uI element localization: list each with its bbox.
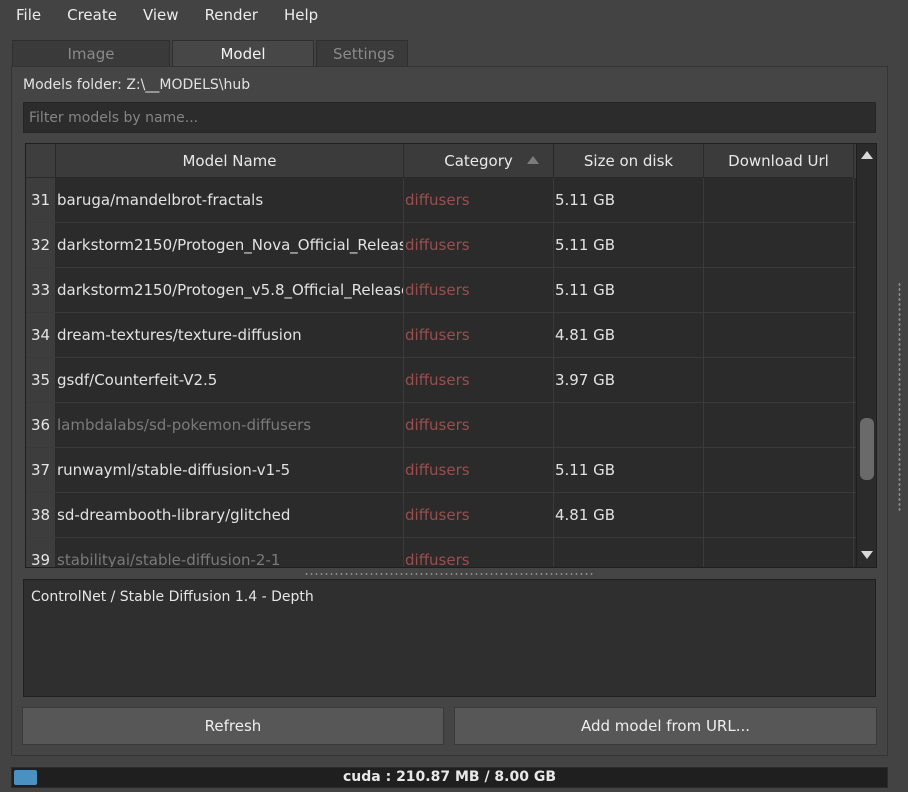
tab-settings[interactable]: Settings — [316, 40, 408, 67]
cell-size[interactable]: 5.11 GB — [554, 448, 704, 492]
row-number: 34 — [26, 313, 56, 357]
header-category[interactable]: Category — [404, 144, 554, 178]
cell-category[interactable]: diffusers — [404, 358, 554, 402]
cell-url[interactable] — [704, 448, 854, 492]
cell-category[interactable]: diffusers — [404, 493, 554, 537]
splitter-handle[interactable] — [304, 572, 594, 576]
header-model-name[interactable]: Model Name — [56, 144, 404, 178]
row-number: 39 — [26, 538, 56, 567]
cell-url[interactable] — [704, 223, 854, 267]
cell-url[interactable] — [704, 403, 854, 447]
cell-size[interactable]: 5.11 GB — [554, 223, 704, 267]
header-download-url[interactable]: Download Url — [704, 144, 854, 178]
model-manager-panel: Models folder: Z:\__MODELS\hub Model Nam… — [11, 66, 888, 756]
tab-bar: Image Generation Model Manager Settings — [12, 40, 410, 89]
cell-category[interactable]: diffusers — [404, 313, 554, 357]
row-number: 35 — [26, 358, 56, 402]
table-header: Model Name Category Size on disk Downloa… — [26, 144, 856, 178]
table-body: 31 baruga/mandelbrot-fractals diffusers … — [26, 178, 856, 567]
cell-url[interactable] — [704, 538, 854, 567]
window-resize-grip[interactable] — [898, 282, 901, 512]
cell-url[interactable] — [704, 178, 854, 222]
model-description[interactable]: ControlNet / Stable Diffusion 1.4 - Dept… — [23, 579, 876, 697]
table-row[interactable]: 39 stabilityai/stable-diffusion-2-1 diff… — [26, 538, 856, 567]
memory-usage-text: cuda : 210.87 MB / 8.00 GB — [342, 769, 557, 785]
cell-model-name[interactable]: runwayml/stable-diffusion-v1-5 — [56, 448, 404, 492]
menu-file[interactable]: File — [0, 0, 55, 30]
table-row[interactable]: 31 baruga/mandelbrot-fractals diffusers … — [26, 178, 856, 223]
cell-model-name[interactable]: lambdalabs/sd-pokemon-diffusers — [56, 403, 404, 447]
cell-model-name[interactable]: darkstorm2150/Protogen_Nova_Official_Rel… — [56, 223, 404, 267]
cell-category[interactable]: diffusers — [404, 223, 554, 267]
table-scrollbar[interactable] — [856, 144, 876, 567]
cell-model-name[interactable]: darkstorm2150/Protogen_v5.8_Official_Rel… — [56, 268, 404, 312]
table-row[interactable]: 38 sd-dreambooth-library/glitched diffus… — [26, 493, 856, 538]
cell-size[interactable] — [554, 538, 704, 567]
tab-model-manager[interactable]: Model Manager — [172, 40, 314, 89]
menu-render[interactable]: Render — [193, 0, 272, 30]
menu-bar: File Create View Render Help — [0, 0, 908, 30]
menu-view[interactable]: View — [131, 0, 193, 30]
table-row[interactable]: 32 darkstorm2150/Protogen_Nova_Official_… — [26, 223, 856, 268]
corner-button[interactable] — [26, 144, 56, 178]
filter-input[interactable] — [23, 102, 876, 133]
cell-model-name[interactable]: dream-textures/texture-diffusion — [56, 313, 404, 357]
cell-category[interactable]: diffusers — [404, 268, 554, 312]
table-row[interactable]: 37 runwayml/stable-diffusion-v1-5 diffus… — [26, 448, 856, 493]
cell-category[interactable]: diffusers — [404, 448, 554, 492]
header-category-label: Category — [444, 152, 513, 170]
add-model-from-url-button[interactable]: Add model from URL... — [454, 707, 877, 745]
row-number: 31 — [26, 178, 56, 222]
tab-image-generation[interactable]: Image Generation — [12, 40, 170, 89]
cell-url[interactable] — [704, 493, 854, 537]
cell-url[interactable] — [704, 358, 854, 402]
cell-url[interactable] — [704, 268, 854, 312]
row-number: 38 — [26, 493, 56, 537]
cell-category[interactable]: diffusers — [404, 403, 554, 447]
cell-category[interactable]: diffusers — [404, 178, 554, 222]
cell-size[interactable]: 5.11 GB — [554, 268, 704, 312]
cell-size[interactable]: 4.81 GB — [554, 313, 704, 357]
row-number: 36 — [26, 403, 56, 447]
sort-ascending-icon — [527, 156, 539, 164]
table-row[interactable]: 34 dream-textures/texture-diffusion diff… — [26, 313, 856, 358]
menu-create[interactable]: Create — [55, 0, 131, 30]
cell-url[interactable] — [704, 313, 854, 357]
table-row[interactable]: 35 gsdf/Counterfeit-V2.5 diffusers 3.97 … — [26, 358, 856, 403]
models-folder-label: Models folder: Z:\__MODELS\hub — [23, 77, 251, 93]
table-row[interactable]: 36 lambdalabs/sd-pokemon-diffusers diffu… — [26, 403, 856, 448]
row-number: 37 — [26, 448, 56, 492]
memory-usage-bar: cuda : 210.87 MB / 8.00 GB — [11, 767, 888, 788]
refresh-button[interactable]: Refresh — [22, 707, 444, 745]
scroll-down-icon[interactable] — [861, 551, 873, 559]
menu-help[interactable]: Help — [272, 0, 332, 30]
row-number: 32 — [26, 223, 56, 267]
scrollbar-thumb[interactable] — [860, 418, 874, 480]
cell-category[interactable]: diffusers — [404, 538, 554, 567]
scroll-up-icon[interactable] — [861, 151, 873, 159]
table-row[interactable]: 33 darkstorm2150/Protogen_v5.8_Official_… — [26, 268, 856, 313]
header-size-on-disk[interactable]: Size on disk — [554, 144, 704, 178]
cell-size[interactable]: 5.11 GB — [554, 178, 704, 222]
cell-size[interactable]: 3.97 GB — [554, 358, 704, 402]
models-table: Model Name Category Size on disk Downloa… — [25, 143, 877, 568]
cell-size[interactable]: 4.81 GB — [554, 493, 704, 537]
cell-size[interactable] — [554, 403, 704, 447]
cell-model-name[interactable]: gsdf/Counterfeit-V2.5 — [56, 358, 404, 402]
cell-model-name[interactable]: stabilityai/stable-diffusion-2-1 — [56, 538, 404, 567]
row-number: 33 — [26, 268, 56, 312]
cell-model-name[interactable]: baruga/mandelbrot-fractals — [56, 178, 404, 222]
cell-model-name[interactable]: sd-dreambooth-library/glitched — [56, 493, 404, 537]
